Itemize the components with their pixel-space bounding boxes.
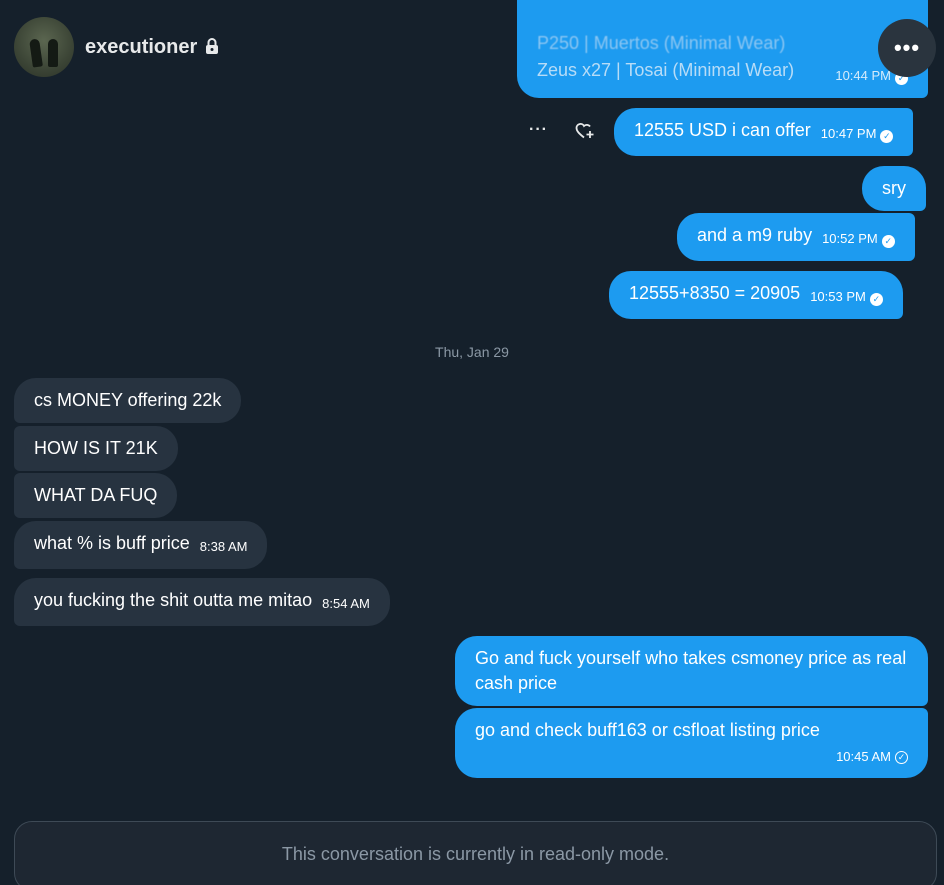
check-icon: ✓ [869, 293, 883, 306]
message-time: 10:45 AM ✓ [475, 741, 908, 769]
message-text: you fucking the shit outta me mitao [34, 590, 313, 610]
more-icon[interactable]: ··· [529, 121, 548, 139]
check-icon: ✓ [881, 235, 895, 248]
message-bubble-incoming[interactable]: HOW IS IT 21K [14, 426, 178, 471]
avatar-figure [48, 39, 58, 67]
avatar[interactable] [14, 17, 74, 77]
message-bubble-outgoing[interactable]: sry [862, 166, 926, 211]
message-bubble-outgoing[interactable]: 12555+8350 = 20905 10:53 PM ✓ [609, 271, 903, 319]
conversation-header: executioner [14, 17, 219, 77]
message-text: and a m9 ruby [697, 225, 813, 245]
message-text: go and check buff163 or csfloat listing … [475, 720, 820, 740]
message-bubble-incoming[interactable]: what % is buff price 8:38 AM [14, 521, 268, 569]
message-text: P250 | Muertos (Minimal Wear) [537, 33, 786, 53]
message-bubble-incoming[interactable]: cs MONEY offering 22k [14, 378, 242, 423]
message-text: 12555 USD i can offer [634, 120, 811, 140]
message-time: 10:52 PM ✓ [822, 231, 895, 248]
read-only-notice: This conversation is currently in read-o… [14, 821, 937, 885]
contact-name[interactable]: executioner [85, 36, 197, 59]
message-time: 10:47 PM ✓ [821, 126, 894, 143]
message-bubble-incoming[interactable]: you fucking the shit outta me mitao 8:54 … [14, 578, 390, 626]
avatar-figure [29, 38, 43, 68]
message-bubble-outgoing[interactable]: and a m9 ruby 10:52 PM ✓ [677, 213, 915, 261]
message-bubble-outgoing[interactable]: 12555 USD i can offer 10:47 PM ✓ [614, 108, 914, 156]
message-time: 8:54 AM [322, 596, 370, 611]
lock-icon [205, 38, 219, 54]
previous-message-bubble: P250 | Muertos (Minimal Wear) Zeus x27 |… [517, 0, 928, 98]
more-icon[interactable]: ••• [878, 19, 936, 77]
add-reaction-icon[interactable] [575, 122, 595, 145]
message-time: 10:53 PM ✓ [810, 289, 883, 306]
message-text: HOW IS IT 21K [34, 438, 158, 458]
message-time: 8:38 AM [199, 539, 248, 554]
message-text: cs MONEY offering 22k [34, 390, 222, 410]
message-text: 12555+8350 = 20905 [629, 283, 801, 303]
message-text: Go and fuck yourself who takes csmoney p… [475, 648, 907, 693]
message-text: what % is buff price [34, 533, 190, 553]
message-text: sry [882, 178, 906, 198]
date-separator: Thu, Jan 29 [435, 344, 509, 360]
message-bubble-outgoing[interactable]: go and check buff163 or csfloat listing … [455, 708, 928, 778]
message-bubble-outgoing[interactable]: Go and fuck yourself who takes csmoney p… [455, 636, 928, 706]
message-text: WHAT DA FUQ [34, 485, 158, 505]
check-icon: ✓ [895, 751, 908, 764]
check-icon: ✓ [880, 130, 894, 143]
message-bubble-incoming[interactable]: WHAT DA FUQ [14, 473, 178, 518]
